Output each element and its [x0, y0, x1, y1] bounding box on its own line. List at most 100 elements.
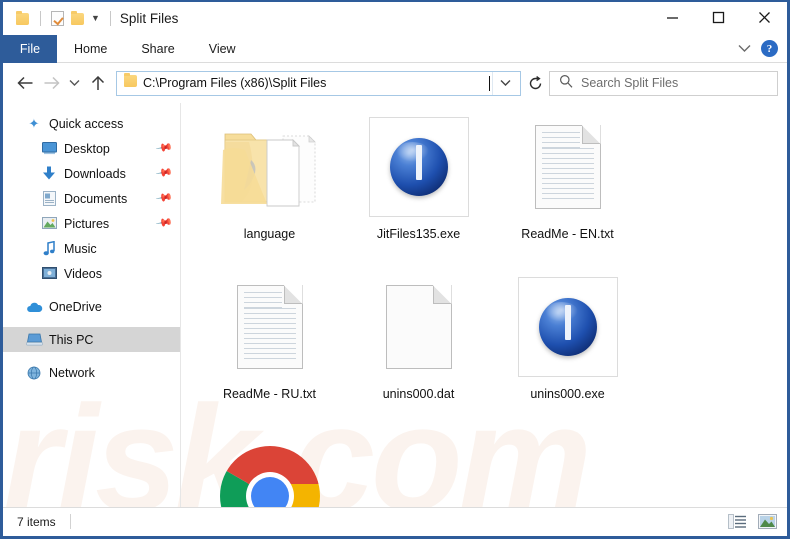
pin-icon[interactable]: 📌 — [155, 164, 173, 182]
sidebar-item-label: Downloads — [64, 166, 126, 181]
text-document-icon — [534, 125, 601, 209]
ribbon-right-controls: ? — [738, 35, 787, 62]
this-pc-icon — [25, 331, 43, 348]
search-box[interactable]: Search Split Files — [549, 70, 778, 96]
pin-icon[interactable]: 📌 — [155, 139, 173, 157]
sidebar-item-label: OneDrive — [49, 299, 102, 314]
close-button[interactable] — [741, 2, 787, 33]
blank-document-icon — [385, 285, 452, 369]
file-item[interactable]: unins000.exe — [493, 273, 642, 433]
recent-locations-button[interactable] — [64, 70, 85, 96]
minimize-button[interactable] — [649, 2, 695, 33]
music-icon — [40, 240, 58, 257]
file-name: ReadMe - RU.txt — [222, 387, 317, 401]
title-bar: ▼ Split Files — [3, 2, 787, 35]
sidebar-item-label: Quick access — [49, 116, 124, 131]
search-icon — [559, 74, 573, 93]
sidebar-item-quick-access[interactable]: ✦ Quick access — [3, 111, 180, 136]
sidebar-item-music[interactable]: Music — [3, 236, 180, 261]
new-folder-icon[interactable] — [68, 10, 86, 28]
window-controls — [649, 2, 787, 35]
toolbar-divider — [109, 11, 111, 26]
tab-view[interactable]: View — [192, 35, 253, 63]
address-bar[interactable]: C:\Program Files (x86)\Split Files — [116, 70, 521, 96]
maximize-button[interactable] — [695, 2, 741, 33]
toolbar-divider — [40, 11, 41, 26]
pin-icon[interactable]: 📌 — [155, 189, 173, 207]
up-button[interactable] — [85, 70, 111, 96]
navigation-pane: ✦ Quick access Desktop 📌 Downloads 📌 Doc… — [3, 103, 181, 507]
file-thumbnail — [518, 117, 618, 217]
status-bar: 7 items — [3, 507, 787, 535]
sidebar-item-onedrive[interactable]: OneDrive — [3, 294, 180, 319]
file-thumbnail — [517, 277, 618, 377]
chrome-shortcut-icon — [218, 444, 322, 507]
status-divider — [69, 514, 71, 529]
file-item[interactable]: webpage — [195, 433, 344, 507]
details-view-button[interactable] — [726, 513, 748, 531]
blue-info-sphere-icon — [389, 138, 448, 196]
refresh-button[interactable] — [521, 71, 549, 96]
onedrive-icon — [25, 298, 43, 315]
file-thumbnail — [220, 277, 320, 377]
sidebar-item-label: Videos — [64, 266, 102, 281]
file-name: ReadMe - EN.txt — [521, 227, 614, 241]
sidebar-item-label: This PC — [49, 332, 94, 347]
sidebar-item-documents[interactable]: Documents 📌 — [3, 186, 180, 211]
file-name: language — [243, 227, 296, 241]
file-name: JitFiles135.exe — [376, 227, 461, 241]
blue-info-sphere-icon — [538, 298, 597, 356]
sidebar-item-label: Network — [49, 365, 95, 380]
sidebar-item-label: Music — [64, 241, 97, 256]
large-icons-view-button[interactable] — [756, 513, 778, 531]
file-thumbnail — [211, 437, 329, 507]
file-thumbnail — [220, 117, 320, 217]
file-item[interactable]: ReadMe - RU.txt — [195, 273, 344, 433]
videos-icon — [40, 265, 58, 282]
file-name: unins000.dat — [382, 387, 455, 401]
ribbon-tab-bar: File Home Share View ? — [3, 35, 787, 63]
sidebar-item-label: Documents — [64, 191, 128, 206]
desktop-icon — [40, 140, 58, 157]
sidebar-item-downloads[interactable]: Downloads 📌 — [3, 161, 180, 186]
sidebar-item-desktop[interactable]: Desktop 📌 — [3, 136, 180, 161]
properties-icon[interactable] — [48, 10, 66, 28]
tab-share[interactable]: Share — [124, 35, 191, 63]
folder-icon — [124, 73, 137, 92]
file-item[interactable]: ReadMe - EN.txt — [493, 113, 642, 273]
file-item[interactable]: language — [195, 113, 344, 273]
file-name: unins000.exe — [530, 387, 605, 401]
address-text: C:\Program Files (x86)\Split Files — [143, 76, 327, 90]
tab-file[interactable]: File — [3, 35, 57, 63]
forward-button[interactable] — [38, 70, 64, 96]
downloads-icon — [40, 165, 58, 182]
sidebar-item-network[interactable]: Network — [3, 360, 180, 385]
file-list-view[interactable]: language JitFiles135.exe ReadMe - EN.txt… — [181, 103, 787, 507]
sidebar-item-label: Pictures — [64, 216, 110, 231]
pictures-icon — [40, 215, 58, 232]
help-icon[interactable]: ? — [761, 40, 778, 57]
file-explorer-window: risk.com ▼ Split Files File — [0, 0, 790, 539]
folder-icon[interactable] — [13, 10, 31, 28]
text-document-icon — [236, 285, 303, 369]
chevron-down-icon[interactable] — [492, 71, 518, 95]
chevron-down-icon[interactable] — [738, 40, 751, 58]
window-title: Split Files — [119, 11, 179, 26]
search-input[interactable]: Search Split Files — [581, 76, 678, 90]
network-icon — [25, 364, 43, 381]
pin-icon[interactable]: 📌 — [155, 214, 173, 232]
sidebar-item-label: Desktop — [64, 141, 110, 156]
sidebar-item-videos[interactable]: Videos — [3, 261, 180, 286]
sidebar-item-pictures[interactable]: Pictures 📌 — [3, 211, 180, 236]
navigation-toolbar: C:\Program Files (x86)\Split Files Searc… — [3, 63, 787, 103]
tab-home[interactable]: Home — [57, 35, 124, 63]
file-item[interactable]: unins000.dat — [344, 273, 493, 433]
chevron-down-icon[interactable]: ▼ — [91, 14, 100, 23]
file-thumbnail — [368, 117, 469, 217]
star-icon: ✦ — [28, 115, 40, 131]
back-button[interactable] — [12, 70, 38, 96]
item-count-label: 7 items — [17, 514, 56, 529]
file-item[interactable]: JitFiles135.exe — [344, 113, 493, 273]
sidebar-item-this-pc[interactable]: This PC — [3, 327, 180, 352]
explorer-body: ✦ Quick access Desktop 📌 Downloads 📌 Doc… — [3, 103, 787, 507]
